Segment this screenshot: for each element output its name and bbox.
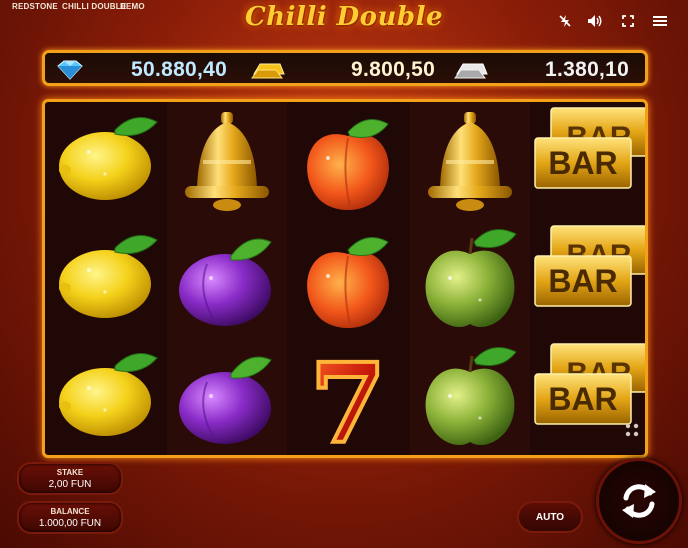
reel-2	[166, 102, 287, 455]
stake-control[interactable]: STAKE 2,00 FUN	[17, 462, 123, 495]
turbo-off-icon[interactable]	[556, 12, 574, 30]
jackpot-diamond: 50.880,40	[131, 58, 227, 82]
spin-arrows-icon	[622, 484, 656, 518]
game-title: Chilli Double	[244, 2, 444, 32]
jackpot-silver: 1.380,10	[545, 58, 629, 82]
symbol-plum	[167, 220, 287, 338]
svg-text:BAR: BAR	[548, 381, 617, 417]
jackpot-diamond-value: 50.880,40	[131, 58, 228, 81]
symbol-apple	[410, 338, 530, 455]
silver-bar-icon	[454, 63, 488, 79]
symbol-bar: BAR BAR	[531, 102, 645, 220]
fullscreen-icon[interactable]	[619, 12, 637, 30]
diamond-icon	[57, 60, 83, 80]
reel-5: BAR BAR BAR BAR BAR BAR	[531, 102, 645, 455]
reel-4	[409, 102, 530, 455]
symbol-lemon	[45, 102, 165, 220]
symbol-plum	[167, 338, 287, 455]
symbol-bar: BAR BAR	[531, 220, 645, 338]
reel-1	[45, 102, 165, 455]
stake-value: 2,00 FUN	[48, 479, 92, 490]
menu-icon[interactable]	[651, 12, 669, 30]
jackpot-bar: 50.880,40 9.800,50 1.380,10	[42, 50, 648, 86]
symbol-peach	[288, 102, 408, 220]
symbol-lemon	[45, 220, 165, 338]
gold-bar-icon	[251, 63, 285, 79]
symbol-lemon	[45, 338, 165, 455]
spin-button[interactable]	[596, 458, 682, 544]
sound-icon[interactable]	[586, 12, 604, 30]
symbol-apple	[410, 220, 530, 338]
stake-label: STAKE	[56, 468, 84, 477]
balance-display: BALANCE 1.000,00 FUN	[17, 501, 123, 534]
symbol-peach	[288, 220, 408, 338]
jackpot-silver-value: 1.380,10	[545, 58, 630, 81]
jackpot-gold-value: 9.800,50	[351, 58, 436, 81]
svg-text:BAR: BAR	[548, 145, 617, 181]
more-options-icon[interactable]	[624, 422, 644, 442]
svg-text:7: 7	[310, 339, 387, 456]
balance-label: BALANCE	[50, 507, 90, 516]
symbol-bell	[167, 102, 287, 220]
jackpot-gold: 9.800,50	[351, 58, 435, 82]
reel-area: 7 BAR BAR BAR BAR BAR BAR	[42, 99, 648, 458]
auto-button[interactable]: AUTO	[517, 501, 583, 533]
svg-text:BAR: BAR	[548, 263, 617, 299]
symbol-bell	[410, 102, 530, 220]
symbol-seven: 7	[288, 338, 408, 456]
balance-value: 1.000,00 FUN	[38, 518, 102, 529]
reel-3: 7	[288, 102, 408, 455]
